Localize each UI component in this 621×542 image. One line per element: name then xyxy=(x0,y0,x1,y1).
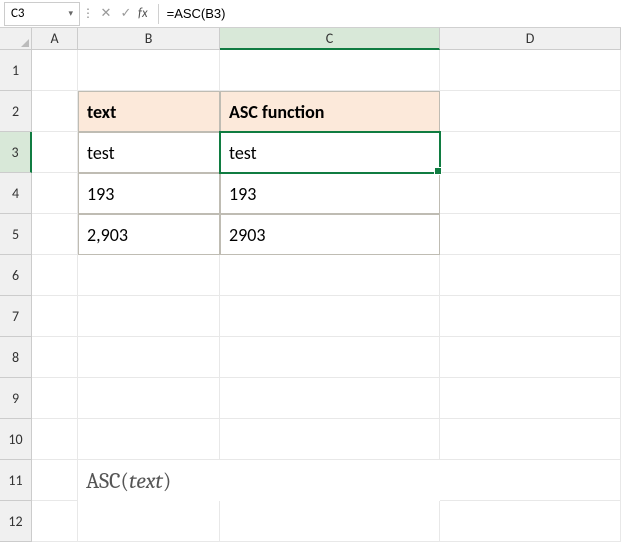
cell-d11[interactable] xyxy=(440,460,621,501)
cell-d3[interactable] xyxy=(440,132,621,173)
row-8: 8 xyxy=(0,337,621,378)
row-header-10[interactable]: 10 xyxy=(0,419,32,460)
cell-a2[interactable] xyxy=(32,91,78,132)
row-4: 4 193 193 xyxy=(0,173,621,214)
syntax-close: ) xyxy=(163,468,171,494)
vertical-dots-icon[interactable]: ⋮ xyxy=(80,6,96,21)
col-header-a[interactable]: A xyxy=(32,28,78,50)
row-12: 12 xyxy=(0,501,621,542)
cell-d6[interactable] xyxy=(440,255,621,296)
cell-c7[interactable] xyxy=(220,296,440,337)
select-all-corner[interactable] xyxy=(0,28,32,50)
formula-bar: C3 ▾ ⋮ ✕ ✓ fx xyxy=(0,0,621,28)
cell-b5[interactable]: 2,903 xyxy=(78,214,220,255)
col-header-d[interactable]: D xyxy=(440,28,621,50)
row-header-7[interactable]: 7 xyxy=(0,296,32,337)
cell-d10[interactable] xyxy=(440,419,621,460)
syntax-arg: text xyxy=(129,468,163,494)
cell-b1[interactable] xyxy=(78,50,220,91)
cell-d8[interactable] xyxy=(440,337,621,378)
cell-c1[interactable] xyxy=(220,50,440,91)
cell-a5[interactable] xyxy=(32,214,78,255)
row-3: 3 test test xyxy=(0,132,621,173)
cell-d2[interactable] xyxy=(440,91,621,132)
row-7: 7 xyxy=(0,296,621,337)
cell-b3[interactable]: test xyxy=(78,132,220,173)
cell-c5[interactable]: 2903 xyxy=(220,214,440,255)
cell-b12[interactable] xyxy=(78,501,220,542)
row-9: 9 xyxy=(0,378,621,419)
cell-b10[interactable] xyxy=(78,419,220,460)
cell-a10[interactable] xyxy=(32,419,78,460)
cell-c3[interactable]: test xyxy=(220,132,440,173)
cell-b8[interactable] xyxy=(78,337,220,378)
row-header-6[interactable]: 6 xyxy=(0,255,32,296)
cell-b6[interactable] xyxy=(78,255,220,296)
cell-b4[interactable]: 193 xyxy=(78,173,220,214)
row-10: 10 xyxy=(0,419,621,460)
cell-a8[interactable] xyxy=(32,337,78,378)
row-header-12[interactable]: 12 xyxy=(0,501,32,542)
confirm-icon[interactable]: ✓ xyxy=(116,4,136,24)
cell-b11[interactable]: ASC(text) xyxy=(78,460,220,501)
cell-a7[interactable] xyxy=(32,296,78,337)
cell-a9[interactable] xyxy=(32,378,78,419)
rows: 1 2 text ASC function 3 test test 4 193 … xyxy=(0,50,621,542)
cell-a12[interactable] xyxy=(32,501,78,542)
cell-a1[interactable] xyxy=(32,50,78,91)
row-header-3[interactable]: 3 xyxy=(0,132,32,173)
row-6: 6 xyxy=(0,255,621,296)
row-header-9[interactable]: 9 xyxy=(0,378,32,419)
cell-d12[interactable] xyxy=(440,501,621,542)
cell-c6[interactable] xyxy=(220,255,440,296)
name-box-value: C3 xyxy=(11,6,25,21)
cell-a3[interactable] xyxy=(32,132,78,173)
cell-b2[interactable]: text xyxy=(78,91,220,132)
syntax-fn: ASC( xyxy=(86,468,129,494)
cell-c9[interactable] xyxy=(220,378,440,419)
name-box[interactable]: C3 ▾ xyxy=(4,2,80,26)
row-header-11[interactable]: 11 xyxy=(0,460,32,501)
row-header-5[interactable]: 5 xyxy=(0,214,32,255)
cell-c12[interactable] xyxy=(220,501,440,542)
cancel-icon[interactable]: ✕ xyxy=(96,4,116,24)
row-header-1[interactable]: 1 xyxy=(0,50,32,91)
col-header-c[interactable]: C xyxy=(220,28,440,50)
cell-d9[interactable] xyxy=(440,378,621,419)
spreadsheet-grid: A B C D 1 2 text ASC function 3 test tes… xyxy=(0,28,621,542)
column-headers: A B C D xyxy=(0,28,621,50)
row-header-2[interactable]: 2 xyxy=(0,91,32,132)
row-2: 2 text ASC function xyxy=(0,91,621,132)
cell-c2[interactable]: ASC function xyxy=(220,91,440,132)
cell-c10[interactable] xyxy=(220,419,440,460)
cell-b9[interactable] xyxy=(78,378,220,419)
cell-a4[interactable] xyxy=(32,173,78,214)
row-1: 1 xyxy=(0,50,621,91)
cell-d4[interactable] xyxy=(440,173,621,214)
cell-d5[interactable] xyxy=(440,214,621,255)
row-header-4[interactable]: 4 xyxy=(0,173,32,214)
cell-c8[interactable] xyxy=(220,337,440,378)
formula-input[interactable] xyxy=(163,2,621,26)
cell-a6[interactable] xyxy=(32,255,78,296)
row-5: 5 2,903 2903 xyxy=(0,214,621,255)
fx-icon[interactable]: fx xyxy=(136,6,154,21)
cell-c11[interactable] xyxy=(220,460,440,501)
row-header-8[interactable]: 8 xyxy=(0,337,32,378)
row-11: 11 ASC(text) xyxy=(0,460,621,501)
cell-c4[interactable]: 193 xyxy=(220,173,440,214)
cell-d7[interactable] xyxy=(440,296,621,337)
cell-d1[interactable] xyxy=(440,50,621,91)
chevron-down-icon[interactable]: ▾ xyxy=(68,8,73,19)
separator xyxy=(158,4,159,24)
col-header-b[interactable]: B xyxy=(78,28,220,50)
cell-b7[interactable] xyxy=(78,296,220,337)
cell-a11[interactable] xyxy=(32,460,78,501)
